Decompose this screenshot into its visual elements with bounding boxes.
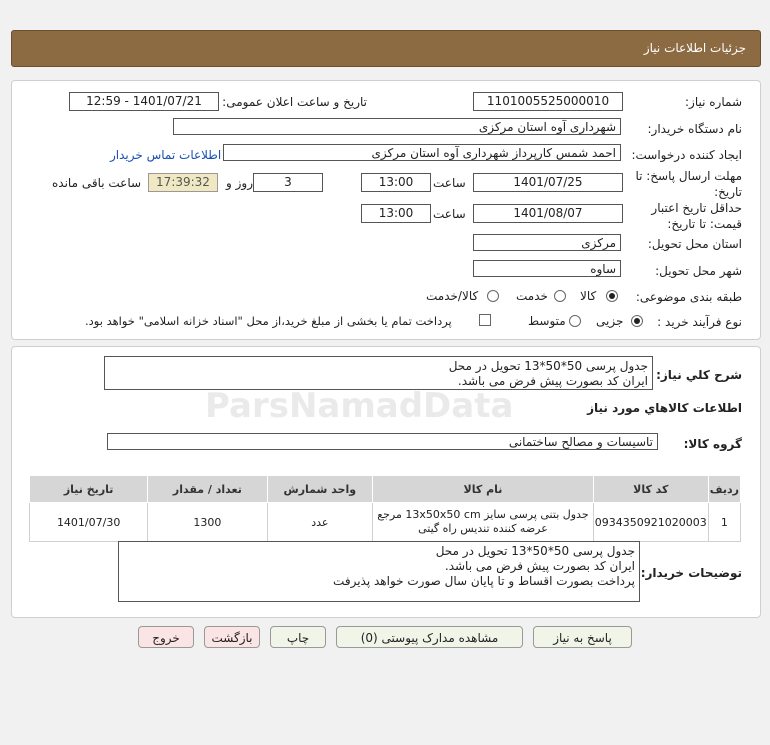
buyer-org-label: نام دستگاه خریدار: (647, 122, 743, 136)
buyer-org-field: شهرداری آوه استان مرکزی (173, 118, 621, 135)
watermark-brand: ParsNamadData (205, 386, 514, 426)
cell-name: جدول بتنی پرسی سایز 13x50x50 cm مرجع عرض… (372, 502, 594, 542)
deadline-label: مهلت ارسال پاسخ: تا تاریخ: (635, 169, 742, 199)
buyer-notes-line-3: پرداخت بصورت اقساط و تا پایان سال صورت خ… (333, 574, 635, 588)
purchase-process-label: نوع فرآیند خرید : (657, 315, 742, 329)
days-label: روز و (226, 176, 253, 190)
process-minor-label: جزیی (596, 314, 624, 328)
validity-time-label: ساعت (433, 207, 466, 221)
buyer-notes-line-1: جدول پرسی 50*50*13 تحویل در محل (435, 544, 635, 558)
summary-line-1: جدول پرسی 50*50*13 تحویل در محل (448, 359, 648, 373)
requester-label: ایجاد کننده درخواست: (631, 148, 742, 162)
treasury-payment-checkbox[interactable] (479, 314, 491, 326)
cell-date: 1401/07/30 (28, 502, 149, 542)
summary-text: جدول پرسی 50*50*13 تحویل در محل ایران کد… (104, 356, 653, 390)
cell-code: 0934350921020003 (592, 502, 709, 542)
category-goods-service-label: کالا/خدمت (426, 289, 479, 303)
respond-button[interactable]: پاسخ به نیاز (533, 626, 632, 648)
delivery-city-field: ساوه (473, 260, 621, 277)
summary-line-2: ایران کد بصورت پیش فرض می باشد. (457, 374, 648, 388)
process-minor-radio[interactable] (631, 315, 643, 327)
col-qty: تعداد / مقدار (147, 475, 268, 503)
col-unit: واحد شمارش (266, 475, 374, 503)
price-validity-label: حداقل تاریخ اعتبار قیمت: تا تاریخ: (651, 201, 742, 231)
print-button[interactable]: چاپ (270, 626, 326, 648)
announce-datetime-field: 1401/07/21 - 12:59 (69, 92, 219, 111)
cell-qty: 1300 (147, 502, 268, 542)
category-service-label: خدمت (516, 289, 548, 303)
delivery-province-label: استان محل تحویل: (647, 237, 742, 251)
treasury-payment-note: پرداخت تمام یا بخشی از مبلغ خرید،از محل … (85, 314, 452, 328)
table-row: 1 0934350921020003 جدول بتنی پرسی سایز 1… (28, 502, 742, 542)
category-goods-service-radio[interactable] (487, 290, 499, 302)
goods-group-field: تاسیسات و مصالح ساختمانی (107, 433, 658, 450)
col-name: نام کالا (372, 475, 594, 503)
deadline-time-field: 13:00 (361, 173, 431, 192)
goods-section-title: اطلاعات کالاهاي مورد نياز (587, 401, 742, 415)
page-title: جزئیات اطلاعات نیاز (643, 41, 746, 55)
col-code: کد کالا (592, 475, 709, 503)
buyer-contact-link[interactable]: اطلاعات تماس خریدار (110, 148, 221, 162)
col-date: تاریخ نیاز (28, 475, 149, 503)
goods-table-header: ردیف کد کالا نام کالا واحد شمارش تعداد /… (28, 475, 742, 503)
category-goods-label: کالا (580, 289, 597, 303)
process-medium-label: متوسط (528, 314, 566, 328)
back-button[interactable]: بازگشت (204, 626, 260, 648)
delivery-province-field: مرکزی (473, 234, 621, 251)
exit-button[interactable]: خروج (138, 626, 194, 648)
process-medium-radio[interactable] (569, 315, 581, 327)
goods-table: ردیف کد کالا نام کالا واحد شمارش تعداد /… (28, 475, 742, 542)
remaining-time-label: ساعت باقی مانده (52, 176, 142, 190)
buyer-notes-text: جدول پرسی 50*50*13 تحویل در محل ایران کد… (118, 541, 640, 602)
validity-date-field: 1401/08/07 (473, 204, 623, 223)
validity-time-field: 13:00 (361, 204, 431, 223)
cell-row: 1 (707, 502, 742, 542)
buyer-notes-label: توضیحات خریدار: (640, 566, 742, 580)
remaining-time-field: 17:39:32 (148, 173, 218, 192)
deadline-time-label: ساعت (433, 176, 466, 190)
buyer-notes-line-2: ایران کد بصورت پیش فرض می باشد. (444, 559, 635, 573)
cell-unit: عدد (266, 502, 374, 542)
category-label: طبقه بندی موضوعی: (635, 290, 742, 304)
announce-datetime-label: تاریخ و ساعت اعلان عمومی: (222, 95, 367, 109)
attachments-button[interactable]: مشاهده مدارک پیوستی (0) (336, 626, 523, 648)
summary-label: شرح کلي نياز: (656, 368, 742, 382)
need-number-field: 1101005525000010 (473, 92, 623, 111)
goods-group-label: گروه کالا: (683, 437, 742, 451)
category-service-radio[interactable] (554, 290, 566, 302)
deadline-date-field: 1401/07/25 (473, 173, 623, 192)
delivery-city-label: شهر محل تحویل: (655, 264, 742, 278)
page-header: جزئیات اطلاعات نیاز (11, 30, 761, 67)
days-remaining-field: 3 (253, 173, 323, 192)
need-number-label: شماره نیاز: (685, 95, 742, 109)
category-goods-radio[interactable] (606, 290, 618, 302)
col-row: ردیف (707, 475, 742, 503)
requester-field: احمد شمس کارپرداز شهرداری آوه استان مرکز… (223, 144, 621, 161)
